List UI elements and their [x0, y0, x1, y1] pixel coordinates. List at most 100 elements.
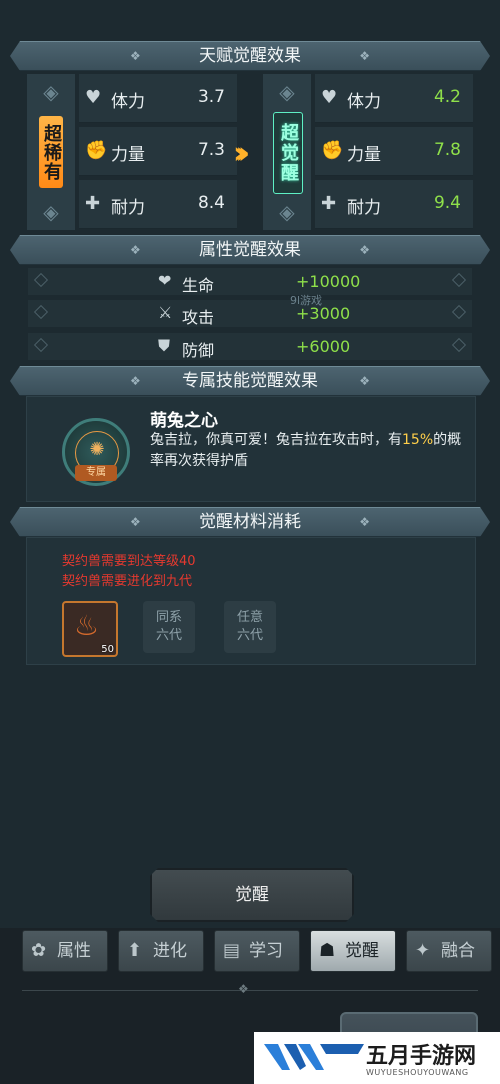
attribute-row: ❤ 生命 +10000: [28, 268, 472, 295]
ornament-icon: ❖: [130, 49, 141, 63]
upgrade-arrow-icon: ›››: [233, 136, 250, 171]
divider: [22, 990, 478, 991]
diamond-ornament-icon: [33, 304, 49, 320]
fusion-icon: ✦: [415, 940, 431, 961]
talent-stat-row: ✊ 力量 7.3: [79, 127, 237, 176]
stat-value-upgraded: 9.4: [433, 193, 461, 213]
talent-header-title: 天赋觉醒效果: [199, 46, 301, 66]
watermark: 9l游戏: [290, 294, 323, 307]
attribute-value: +6000: [296, 337, 351, 356]
material-slot-item[interactable]: ♨ 50: [62, 601, 118, 657]
tab-evolve[interactable]: ⬆ 进化: [118, 930, 204, 972]
skill-description: 兔吉拉，你真可爱！兔吉拉在攻击时，有15%的概率再次获得护盾: [150, 430, 470, 472]
brand-name: 五月手游网: [366, 1044, 477, 1069]
stat-label: 体力: [347, 92, 381, 112]
tab-awaken[interactable]: ☗ 觉醒: [310, 930, 396, 972]
ornament-icon: ❖: [359, 49, 370, 63]
requirement-text: 契约兽需要进化到九代: [62, 574, 193, 589]
ornament-icon: ❖: [130, 243, 141, 257]
diamond-ornament-icon: [451, 337, 467, 353]
materials-header-title: 觉醒材料消耗: [199, 512, 301, 532]
heart-icon: ♥: [85, 87, 102, 108]
tab-fusion[interactable]: ✦ 融合: [406, 930, 492, 972]
talent-stat-row: ♥ 体力 4.2: [315, 74, 473, 123]
emblem-icon: ◈: [43, 80, 59, 104]
talent-stat-row: ✊ 力量 7.8: [315, 127, 473, 176]
talent-awakened-box: ◈ 超觉醒 ◈ ♥ 体力 4.2 ✊ 力量 7.8 ✚ 耐力 9.4: [263, 74, 473, 230]
tab-attributes[interactable]: ✿ 属性: [22, 930, 108, 972]
skill-header-title: 专属技能觉醒效果: [182, 371, 318, 391]
attribute-label: 防御: [182, 341, 215, 360]
diamond-ornament-icon: [451, 304, 467, 320]
stat-value-upgraded: 7.8: [433, 140, 461, 160]
sword-icon: ⚔: [158, 303, 173, 322]
material-slot-same-series[interactable]: 同系 六代: [143, 601, 195, 653]
attribute-row: ⛊ 防御 +6000: [28, 333, 472, 360]
heart-orb-icon: ❤: [158, 271, 172, 290]
tab-label: 属性: [57, 941, 91, 961]
brand-name-en: WUYUESHOUYOUWANG: [366, 1068, 469, 1077]
attribute-value: +10000: [296, 272, 361, 291]
talent-current-box: ◈ 超稀有 ◈ ♥ 体力 3.7 ✊ 力量 7.3 ✚ 耐力 8.4: [27, 74, 237, 230]
attribute-row: ⚔ 攻击 +3000: [28, 300, 472, 327]
skill-desc-text: 兔吉拉，你真可爱！兔吉拉在攻击时，有: [150, 432, 402, 448]
ornament-icon: ❖: [359, 374, 370, 388]
ornament-icon: ❖: [359, 515, 370, 529]
divider-ornament-icon: ❖: [238, 982, 249, 996]
talent-stat-row: ✚ 耐力 8.4: [79, 180, 237, 229]
requirement-text: 契约兽需要到达等级40: [62, 554, 196, 569]
stat-label: 体力: [111, 92, 145, 112]
diamond-ornament-icon: [451, 272, 467, 288]
talent-header: ❖ 天赋觉醒效果 ❖: [10, 41, 490, 71]
attribute-label: 生命: [182, 276, 215, 295]
stat-label: 耐力: [347, 198, 381, 218]
brand-watermark: 五月手游网 WUYUESHOUYOUWANG: [254, 1032, 500, 1084]
emblem-icon: ◈: [43, 200, 59, 224]
awaken-button[interactable]: 觉醒: [150, 868, 354, 922]
material-count: 50: [101, 644, 114, 655]
talent-stat-row: ♥ 体力 3.7: [79, 74, 237, 123]
attribute-label: 攻击: [182, 308, 215, 327]
skill-desc-highlight: 15%: [402, 432, 434, 448]
stat-label: 力量: [111, 145, 145, 165]
tab-label: 融合: [441, 941, 475, 961]
awaken-badge: 超觉醒: [273, 112, 303, 194]
emblem-icon: ◈: [279, 80, 295, 104]
cross-icon: ✚: [321, 193, 337, 214]
talent-stat-row: ✚ 耐力 9.4: [315, 180, 473, 229]
awaken-column: ◈ 超觉醒 ◈: [263, 74, 311, 230]
material-slot-any[interactable]: 任意 六代: [224, 601, 276, 653]
attributes-header: ❖ 属性觉醒效果 ❖: [10, 235, 490, 265]
emblem-icon: ◈: [279, 200, 295, 224]
beast-icon: ☗: [319, 940, 336, 961]
brand-logo-icon: [264, 1044, 364, 1070]
book-icon: ▤: [223, 940, 241, 961]
rarity-column: ◈ 超稀有 ◈: [27, 74, 75, 230]
exclusive-tag: 专属: [75, 465, 117, 481]
skill-name: 萌兔之心: [150, 411, 218, 431]
paw-icon: ✿: [31, 940, 47, 961]
fire-beast-icon: ♨: [74, 609, 100, 642]
diamond-ornament-icon: [33, 272, 49, 288]
stat-value: 3.7: [197, 87, 225, 107]
skill-header: ❖ 专属技能觉醒效果 ❖: [10, 366, 490, 396]
tab-label: 学习: [249, 941, 283, 961]
cross-icon: ✚: [85, 193, 101, 214]
evolve-icon: ⬆: [127, 940, 143, 961]
materials-header: ❖ 觉醒材料消耗 ❖: [10, 507, 490, 537]
ornament-icon: ❖: [359, 243, 370, 257]
stat-label: 力量: [347, 145, 381, 165]
heart-icon: ♥: [321, 87, 338, 108]
tab-label: 觉醒: [345, 941, 379, 961]
fist-icon: ✊: [85, 140, 108, 161]
stat-label: 耐力: [111, 198, 145, 218]
rarity-badge: 超稀有: [39, 116, 63, 188]
exclusive-skill-icon[interactable]: ✺ 专属: [62, 418, 130, 486]
stat-value-upgraded: 4.2: [433, 87, 461, 107]
tab-learn[interactable]: ▤ 学习: [214, 930, 300, 972]
diamond-ornament-icon: [33, 337, 49, 353]
fist-icon: ✊: [321, 140, 344, 161]
attributes-header-title: 属性觉醒效果: [199, 240, 301, 260]
ornament-icon: ❖: [130, 374, 141, 388]
ornament-icon: ❖: [130, 515, 141, 529]
